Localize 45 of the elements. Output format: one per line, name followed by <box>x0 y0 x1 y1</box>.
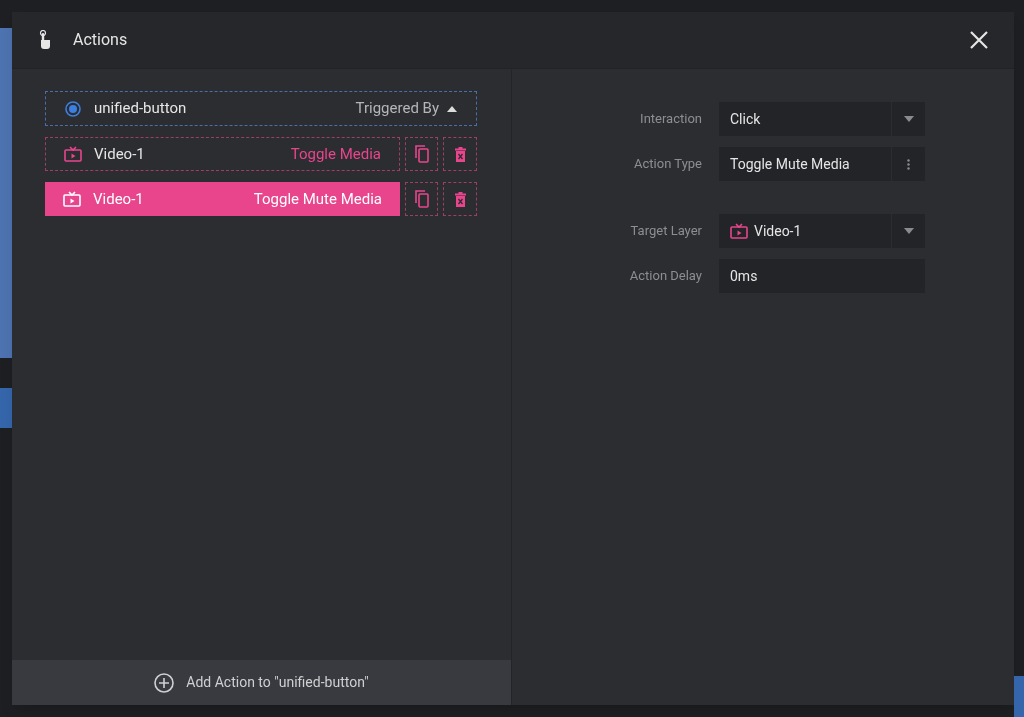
select-field[interactable]: Click <box>719 102 925 136</box>
action-item[interactable]: Video-1 Toggle Mute Media <box>45 182 400 216</box>
tv-icon <box>64 146 82 162</box>
field-value: Click <box>730 109 761 129</box>
close-icon <box>970 31 988 49</box>
caret-icon <box>447 105 457 112</box>
select-field[interactable]: Toggle Mute Media <box>719 147 925 181</box>
delete-button[interactable] <box>443 137 477 171</box>
tv-icon <box>730 223 748 239</box>
field-value: Video-1 <box>754 221 802 241</box>
layer-name: Video-1 <box>94 143 145 165</box>
action-type: Toggle Mute Media <box>253 188 382 210</box>
add-action-button[interactable]: Add Action to "unified-button" <box>12 660 511 705</box>
setting-label: Interaction <box>639 110 703 129</box>
radio-icon <box>65 100 81 117</box>
setting-label: Action Type <box>633 155 703 174</box>
background-panel <box>1014 676 1024 717</box>
add-circle-icon <box>154 672 175 693</box>
trash-icon <box>454 146 466 162</box>
background-panel <box>0 388 12 428</box>
hand-pointer-icon <box>38 30 52 50</box>
dropdown-caret-icon <box>903 228 914 234</box>
trigger-item[interactable]: unified-button Triggered By <box>45 91 477 126</box>
action-item[interactable]: Video-1 Toggle Media <box>45 137 400 171</box>
dropdown-caret-icon <box>903 116 914 122</box>
duplicate-button[interactable] <box>405 137 438 171</box>
triggered-by-label: Triggered By <box>355 98 439 120</box>
input-field[interactable]: 0ms <box>719 259 925 293</box>
dialog-title: Actions <box>73 29 128 51</box>
trash-icon <box>454 191 466 207</box>
tv-icon <box>63 191 81 207</box>
field-value: Toggle Mute Media <box>730 154 850 174</box>
setting-label: Action Delay <box>628 267 703 286</box>
delete-button[interactable] <box>443 182 477 216</box>
duplicate-button[interactable] <box>405 182 438 216</box>
layer-name: Video-1 <box>93 188 144 210</box>
setting-label: Target Layer <box>629 222 703 241</box>
select-field[interactable]: Video-1 <box>719 214 925 248</box>
close-button[interactable] <box>970 31 988 49</box>
action-type: Toggle Media <box>290 143 381 165</box>
field-value: 0ms <box>730 266 758 286</box>
copy-icon <box>414 190 429 208</box>
more-icon <box>907 158 910 170</box>
trigger-name: unified-button <box>94 98 187 120</box>
copy-icon <box>414 145 429 163</box>
